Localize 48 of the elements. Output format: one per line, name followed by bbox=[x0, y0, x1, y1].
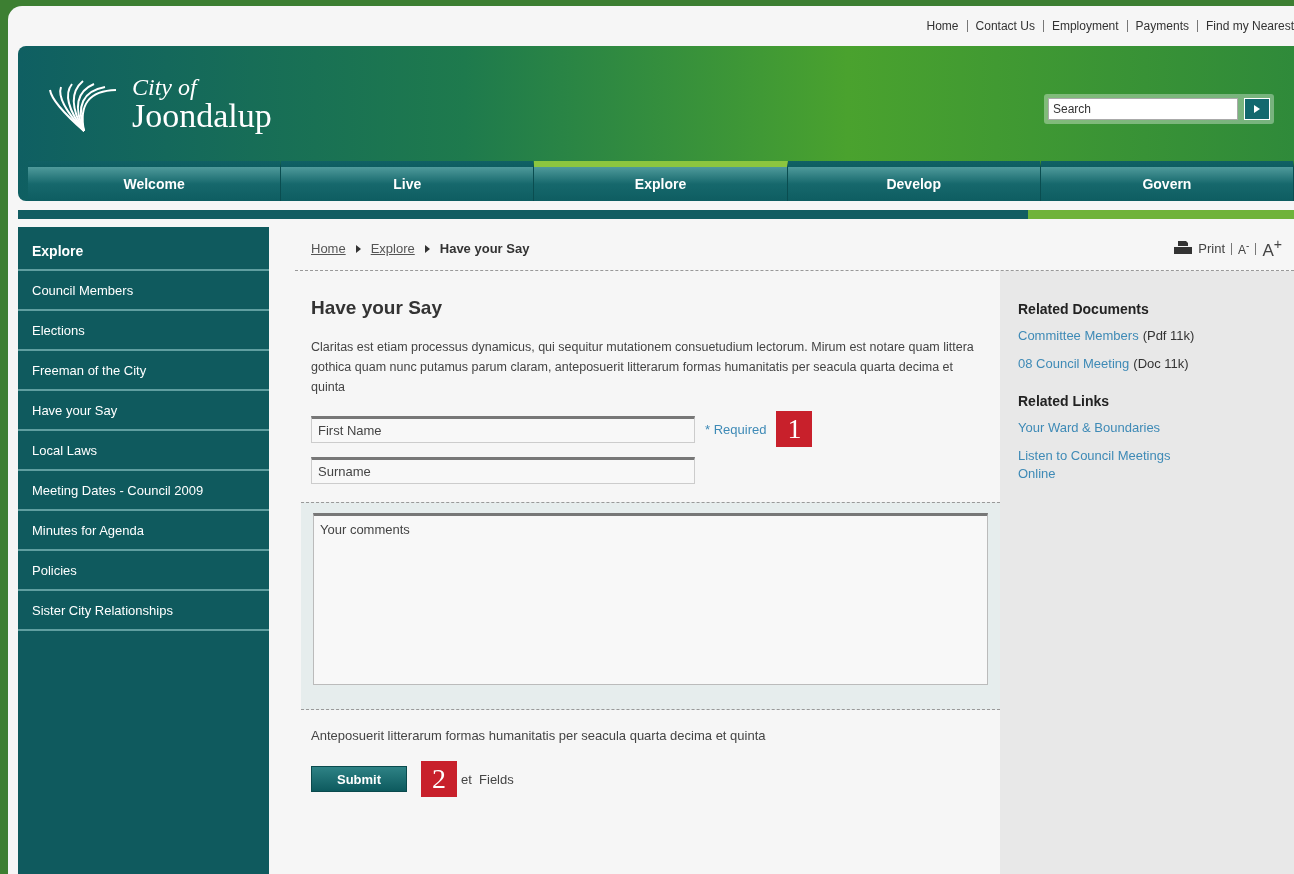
sidebar-item[interactable]: Elections bbox=[18, 311, 269, 351]
sidebar-item[interactable]: Council Members bbox=[18, 271, 269, 311]
nav-tab[interactable]: Live bbox=[281, 161, 535, 201]
top-link[interactable]: Contact Us bbox=[975, 19, 1035, 33]
comments-field[interactable]: Your comments bbox=[313, 513, 988, 685]
annotation-marker: 1 bbox=[776, 411, 813, 447]
annotation-marker: 2 bbox=[421, 761, 457, 797]
required-note: * Required bbox=[705, 421, 767, 437]
note-text: Anteposuerit litterarum formas humanitatis per seacula quarta decima et quinta bbox=[311, 728, 767, 743]
input-field[interactable]: First Name bbox=[311, 415, 695, 443]
sidebar-item[interactable]: Meeting Dates - Council 2009 bbox=[18, 471, 269, 511]
sidebar-item[interactable]: Local Laws bbox=[18, 431, 269, 471]
top-link[interactable]: Find my Nearest bbox=[1205, 19, 1294, 33]
sidebar-item[interactable]: Policies bbox=[18, 551, 269, 591]
breadcrumb-link[interactable]: Explore bbox=[370, 241, 415, 256]
section-title: Related Documents bbox=[1018, 301, 1150, 317]
page-title: Have your Say bbox=[311, 297, 443, 319]
font-larger-button[interactable]: A$^{+}$ bbox=[1262, 236, 1282, 261]
breadcrumb-link[interactable]: Home bbox=[311, 241, 346, 256]
input-field[interactable]: Surname bbox=[311, 457, 695, 484]
sidebar-item[interactable]: Sister City Relationships bbox=[18, 591, 269, 631]
logo-text: City of bbox=[132, 74, 272, 99]
font-smaller-button[interactable]: A$^{-}$ bbox=[1238, 240, 1250, 257]
nav-tab[interactable]: Govern bbox=[1040, 161, 1294, 201]
submit-button[interactable]: Submit bbox=[311, 766, 407, 792]
breadcrumb-current: Have your Say bbox=[439, 241, 530, 256]
file-info: (Pdf 11k) bbox=[1142, 328, 1195, 343]
sidebar-title: Explore bbox=[18, 227, 269, 271]
nav-tab[interactable]: Welcome bbox=[28, 161, 282, 201]
top-link[interactable]: Employment bbox=[1051, 19, 1119, 33]
search-button[interactable] bbox=[1244, 97, 1270, 120]
sidebar-item[interactable]: Have your Say bbox=[18, 391, 269, 431]
breadcrumb-arrow-icon bbox=[424, 244, 430, 253]
print-link[interactable]: Print bbox=[1198, 241, 1225, 256]
nav-tab[interactable]: Develop bbox=[787, 161, 1041, 201]
printer-icon bbox=[1174, 241, 1193, 256]
section-title: Related Links bbox=[1018, 393, 1111, 409]
breadcrumb-arrow-icon bbox=[355, 244, 361, 253]
nav-tab[interactable]: Explore bbox=[534, 161, 788, 201]
sidebar-item[interactable]: Minutes for Agenda bbox=[18, 511, 269, 551]
sidebar-item[interactable]: Freeman of the City bbox=[18, 351, 269, 391]
top-link[interactable]: Payments bbox=[1135, 19, 1189, 33]
intro-text: Claritas est etiam processus dynamicus, qui sequitur mutationem consuetudium lectorum. Mirum est notare quam littera gothica quam nunc putamus parum claram, anteposuerit litterarum formas humanitatis per seacula quarta decima et quinta bbox=[311, 339, 975, 396]
play-arrow-icon bbox=[1253, 103, 1261, 114]
file-info: (Doc 11k) bbox=[1133, 356, 1189, 371]
reset-link[interactable]: et Fields bbox=[461, 771, 514, 787]
search-field[interactable]: Search bbox=[1048, 97, 1238, 120]
top-link[interactable]: Home bbox=[926, 19, 959, 33]
